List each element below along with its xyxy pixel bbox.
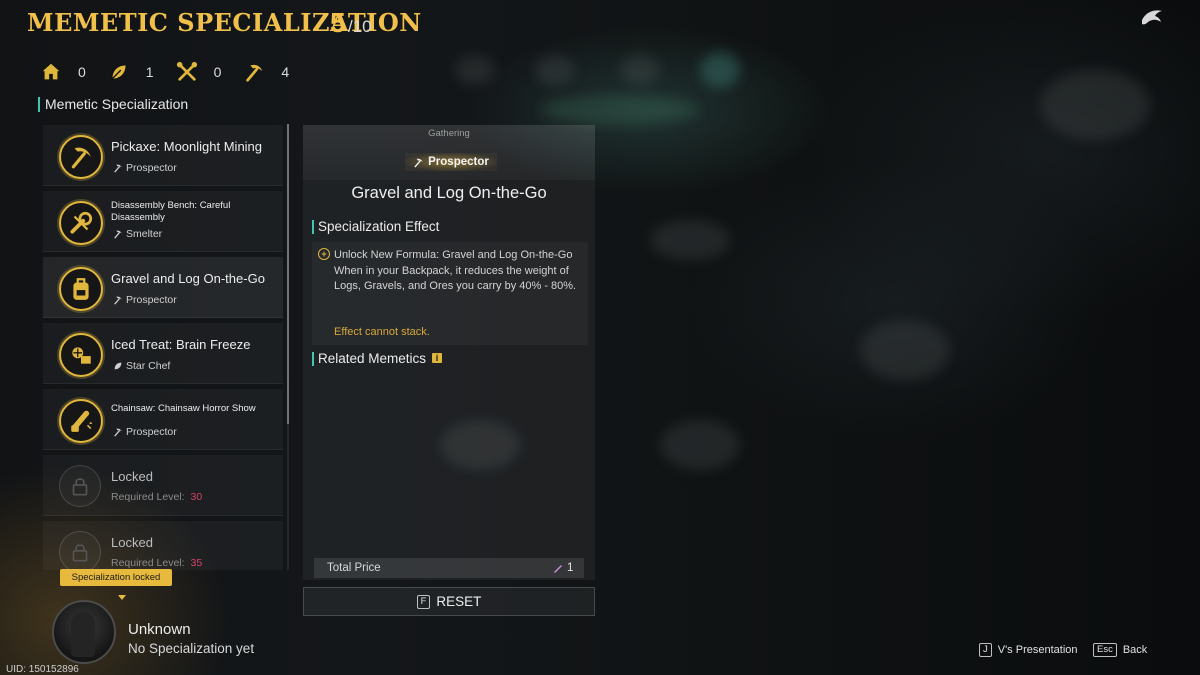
item-required-level: Required Level: 30 [111,491,203,503]
wrench-icon [70,211,93,234]
avatar-silhouette [71,612,95,657]
item-profession: Prospector [113,162,177,174]
user-id: UID: 150152896 [6,664,79,675]
item-name: Iced Treat: Brain Freeze [111,337,251,352]
blurred-shape [860,320,950,380]
list-item-locked[interactable]: Locked Required Level: 35 [43,521,283,570]
pickaxe-icon [71,147,91,169]
stat-gathering: 4 [243,61,289,83]
stat-value: 0 [78,64,86,80]
item-name: Pickaxe: Moonlight Mining [111,139,263,154]
memetic-point-icon [554,565,562,573]
stat-cooking: 1 [108,61,154,83]
profession-badge: Prospector [405,153,497,171]
effect-description: Unlock New Formula: Gravel and Log On-th… [334,249,577,292]
list-item-selected[interactable]: Gravel and Log On-the-Go Prospector [43,257,283,318]
presentation-label: V's Presentation [997,644,1078,656]
backpack-icon [73,278,89,300]
house-icon [42,63,60,80]
item-icon [59,135,103,179]
blurred-shape [650,220,730,260]
related-heading: Related Memetics [312,352,426,366]
stat-value: 4 [281,64,290,80]
leaf-icon [110,63,127,81]
blurred-shape [1040,70,1150,140]
blurred-icon [535,55,575,85]
effect-heading: Specialization Effect [312,220,439,234]
chainsaw-icon [71,410,92,432]
reset-button[interactable]: F RESET [303,587,595,616]
item-required-level: Required Level: 35 [111,557,203,569]
back-button[interactable]: Esc Back [1093,643,1147,657]
detail-title: Gravel and Log On-the-Go [351,184,547,202]
specialization-locked-tooltip: Specialization locked [60,569,172,586]
pickaxe-icon [114,296,122,305]
lock-icon [72,544,88,562]
reset-label: RESET [436,594,482,609]
presentation-button[interactable]: J V's Presentation [979,643,1078,657]
effect-note: Effect cannot stack. [334,326,430,338]
specialization-total: /10 [348,17,372,36]
item-profession: Prospector [113,294,177,306]
item-icon [59,399,103,443]
list-item[interactable]: Disassembly Bench: Careful Disassembly S… [43,191,283,252]
blurred-icon [700,52,740,88]
stat-crafting: 0 [176,61,222,83]
total-price-value: 1 [567,562,574,574]
stat-housing: 0 [40,61,86,83]
list-item[interactable]: Pickaxe: Moonlight Mining Prospector [43,125,283,186]
section-title: Memetic Specialization [38,97,188,112]
stats-bar: 0 1 0 4 [40,60,311,84]
info-icon[interactable]: i [432,353,442,363]
item-icon [59,267,103,311]
stat-value: 0 [213,64,222,80]
specialization-list: Pickaxe: Moonlight Mining Prospector Dis… [43,125,283,570]
required-level-value: 35 [190,557,203,569]
list-item-locked[interactable]: Locked Required Level: 30 [43,455,283,516]
specialization-count: 5 [330,7,346,38]
item-icon [59,465,101,507]
blurred-icon [455,55,495,85]
profile-specialization: No Specialization yet [128,641,255,656]
profile-name: Unknown [128,621,191,638]
item-icon [59,531,101,570]
pickaxe-icon [414,158,423,168]
list-item[interactable]: Chainsaw: Chainsaw Horror Show Prospecto… [43,389,283,450]
blurred-shape [660,420,740,470]
list-item[interactable]: Iced Treat: Brain Freeze Star Chef [43,323,283,384]
key-hint: J [979,643,992,657]
item-name: Chainsaw: Chainsaw Horror Show [111,403,256,414]
pickaxe-icon [114,428,122,437]
key-hint: Esc [1093,643,1117,657]
item-icon [59,333,103,377]
required-level-value: 30 [190,491,203,503]
avatar[interactable] [52,600,116,664]
item-profession: Smelter [113,228,162,240]
pickaxe-icon [246,64,263,82]
list-scrollbar-thumb[interactable] [287,124,289,424]
dolphin-logo-icon [1142,10,1162,25]
total-price-label: Total Price [327,562,381,574]
item-icon [59,201,103,245]
item-name: Disassembly Bench: Careful Disassembly [111,200,231,223]
item-name: Gravel and Log On-the-Go [111,271,265,286]
detail-category: Gathering [428,128,470,139]
key-hint: F [416,594,431,609]
back-label: Back [1122,644,1148,656]
leaf-icon [114,362,122,370]
tooltip-pointer [118,595,126,600]
tools-icon [176,61,197,81]
item-name: Locked [111,469,153,484]
lock-icon [72,478,88,496]
pickaxe-icon [114,164,122,173]
blurred-icon [620,55,660,85]
plus-circle-icon: + [318,248,330,260]
pickaxe-icon [114,230,122,239]
stat-value: 1 [145,64,154,80]
item-name: Locked [111,535,153,550]
item-profession: Star Chef [113,360,170,372]
item-profession: Prospector [113,426,177,438]
blurred-banner [540,95,700,125]
ice-icon [72,347,91,364]
